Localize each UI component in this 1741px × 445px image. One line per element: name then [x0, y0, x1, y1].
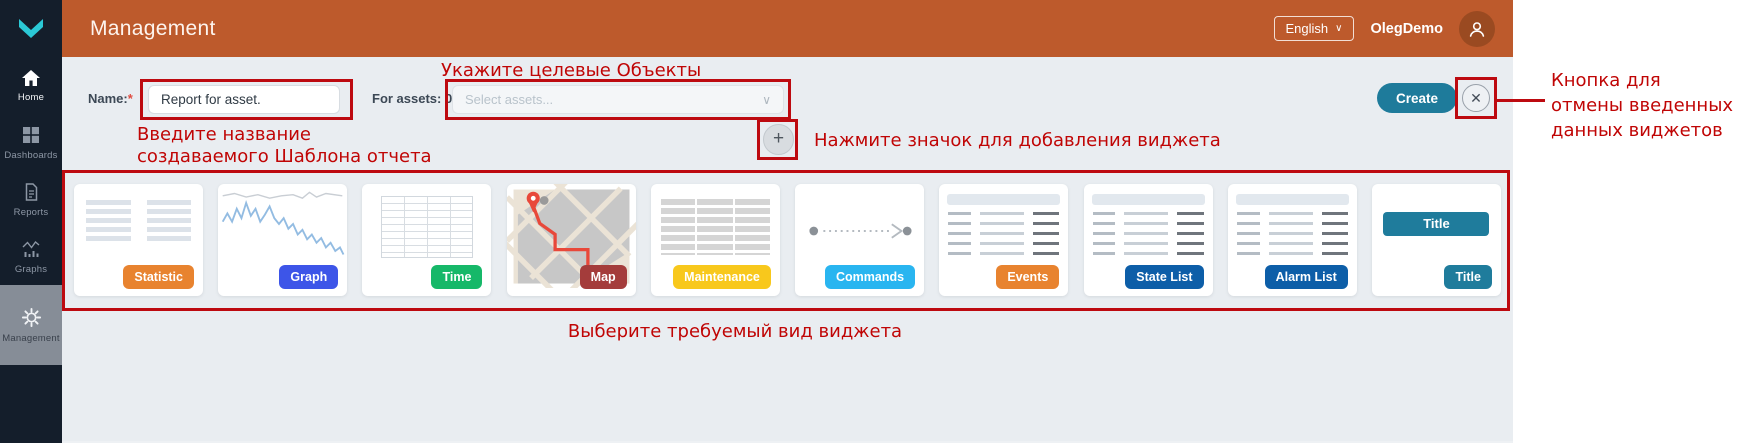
avatar[interactable]	[1459, 10, 1495, 47]
widget-badge: Title	[1444, 265, 1492, 289]
sidebar-item-label: Dashboards	[4, 149, 58, 161]
home-icon	[22, 69, 40, 86]
chevron-down-icon: ∨	[762, 92, 771, 107]
username: OlegDemo	[1370, 20, 1443, 37]
widget-card-state-list[interactable]: State List	[1083, 184, 1213, 296]
title-bar-thumbnail: Title	[1383, 212, 1490, 236]
brand-logo[interactable]	[0, 0, 62, 57]
assets-select-placeholder: Select assets...	[465, 92, 554, 107]
widget-card-map[interactable]: Map	[506, 184, 636, 296]
sidebar-item-label: Home	[17, 91, 45, 103]
list-thumbnail	[1228, 194, 1357, 260]
brand-chevron-icon	[19, 18, 43, 38]
sidebar: Home Dashboards Reports Graphs Managemen…	[0, 0, 62, 443]
striped-table-thumbnail	[660, 199, 770, 255]
page-title: Management	[90, 16, 216, 40]
list-thumbnail	[939, 194, 1068, 260]
widget-badge: State List	[1125, 265, 1204, 289]
annotation-assets: Укажите целевые Объекты	[441, 60, 702, 81]
annotation-name: Введите название создаваемого Шаблона от…	[137, 124, 432, 167]
widget-card-time[interactable]: Time	[362, 184, 492, 296]
name-label: Name:*	[88, 91, 133, 106]
widget-gallery: Statistic Graph Time Map Maintenance Com…	[74, 184, 1501, 296]
assets-select[interactable]: Select assets... ∨	[452, 85, 784, 114]
widget-card-title[interactable]: Title Title	[1371, 184, 1501, 296]
widget-card-commands[interactable]: Commands	[795, 184, 925, 296]
dashboards-icon	[23, 126, 39, 143]
screenshot-canvas: Management English ∨ OlegDemo Home Dashb…	[0, 0, 1741, 445]
reports-icon	[25, 182, 38, 201]
sidebar-item-reports[interactable]: Reports	[0, 171, 62, 228]
widget-badge: Statistic	[123, 265, 194, 289]
chevron-down-icon: ∨	[1335, 23, 1343, 34]
sidebar-item-label: Reports	[13, 206, 49, 218]
sidebar-item-graphs[interactable]: Graphs	[0, 228, 62, 285]
widget-badge: Events	[996, 265, 1060, 289]
widget-badge: Map	[579, 265, 627, 289]
add-widget-button[interactable]: +	[763, 124, 794, 155]
sidebar-item-dashboards[interactable]: Dashboards	[0, 114, 62, 171]
graphs-icon	[22, 240, 40, 257]
header-right: English ∨ OlegDemo	[1273, 0, 1495, 57]
widget-card-statistic[interactable]: Statistic	[74, 184, 203, 296]
widget-card-maintenance[interactable]: Maintenance	[650, 184, 780, 296]
widget-card-graph[interactable]: Graph	[218, 184, 348, 296]
sidebar-item-home[interactable]: Home	[0, 57, 62, 114]
annotation-cancel: Кнопка для отмены введенных данных видже…	[1551, 70, 1734, 141]
list-thumbnail	[1084, 194, 1213, 260]
header: Management English ∨ OlegDemo	[62, 0, 1513, 57]
assets-label: For assets: 0	[372, 91, 453, 106]
widget-card-alarm-list[interactable]: Alarm List	[1227, 184, 1357, 296]
language-label: English	[1285, 21, 1329, 36]
line-chart-thumbnail	[218, 184, 347, 264]
widget-badge: Alarm List	[1264, 265, 1348, 289]
cancel-button[interactable]: ✕	[1462, 84, 1490, 112]
widget-badge: Commands	[825, 265, 916, 289]
language-selector[interactable]: English ∨	[1273, 16, 1355, 41]
name-input[interactable]	[148, 85, 340, 114]
widget-badge: Time	[431, 265, 483, 289]
app-window: Management English ∨ OlegDemo Home Dashb…	[0, 0, 1513, 443]
create-button[interactable]: Create	[1377, 83, 1457, 113]
table-grid-thumbnail	[380, 196, 473, 258]
annotation-connector-line	[1497, 99, 1545, 102]
sidebar-item-label: Graphs	[14, 263, 48, 275]
plus-icon: +	[772, 128, 785, 149]
widget-badge: Graph	[279, 265, 339, 289]
person-icon	[1469, 21, 1485, 37]
statistic-thumbnail	[86, 200, 191, 242]
required-asterisk: *	[127, 91, 133, 106]
annotation-plus: Нажмите значок для добавления виджета	[814, 130, 1221, 151]
close-icon: ✕	[1470, 89, 1482, 106]
widget-card-events[interactable]: Events	[939, 184, 1069, 296]
widget-badge: Maintenance	[673, 265, 771, 289]
annotation-widgets: Выберите требуемый вид виджета	[567, 321, 903, 342]
